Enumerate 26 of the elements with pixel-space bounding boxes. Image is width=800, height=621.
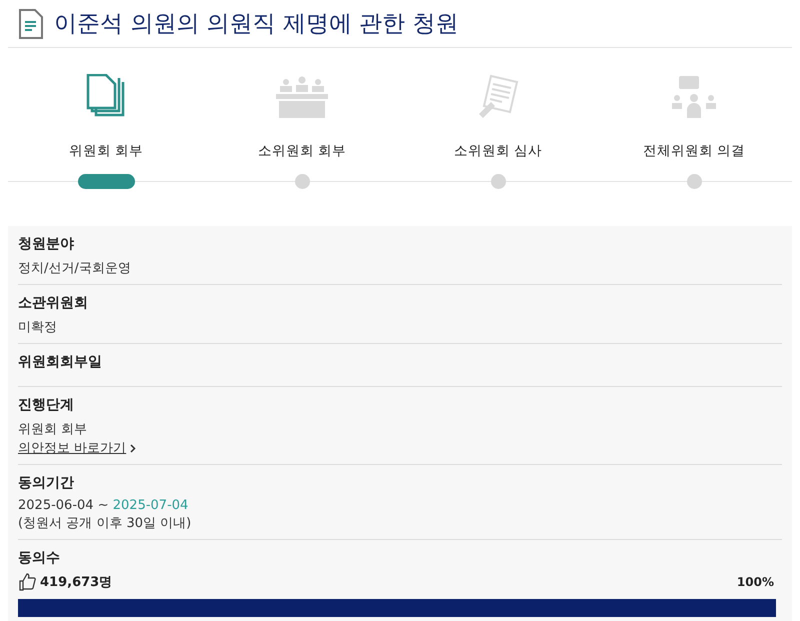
document-icon: [18, 8, 44, 38]
writing-paper-icon: [477, 74, 519, 118]
step-label: 소위원회 회부: [258, 142, 346, 160]
field-label: 위원회회부일: [18, 353, 103, 371]
field-value: 정치/선거/국회운영: [18, 260, 132, 277]
presenter-audience-icon: [671, 76, 717, 118]
step-label: 위원회 회부: [68, 142, 144, 160]
thumbs-up-icon: [18, 573, 36, 591]
field-value: 미확정: [18, 319, 58, 336]
meeting-table-icon: [276, 76, 328, 118]
step-label: 전체위원회 의결: [642, 142, 746, 160]
date-range: 2025-06-04 ~ 2025-07-04: [18, 498, 190, 513]
field-label: 동의수: [18, 549, 61, 567]
bill-info-link[interactable]: 의안정보 바로가기: [18, 439, 136, 457]
field-label: 동의기간: [18, 474, 75, 492]
step-label: 소위원회 심사: [454, 142, 542, 160]
period-note: (청원서 공개 이후 30일 이내): [18, 515, 192, 532]
documents-icon: [86, 74, 126, 118]
page-title: 이준석 의원의 의원직 제명에 관한 청원: [54, 10, 459, 39]
field-label: 청원분야: [18, 235, 75, 253]
field-label: 소관위원회: [18, 294, 89, 312]
field-label: 진행단계: [18, 396, 75, 414]
field-value: 위원회 회부: [18, 421, 88, 438]
agree-count: 419,673명: [18, 573, 112, 591]
chevron-right-icon: [130, 444, 136, 452]
percent-text: 100%: [736, 575, 774, 589]
